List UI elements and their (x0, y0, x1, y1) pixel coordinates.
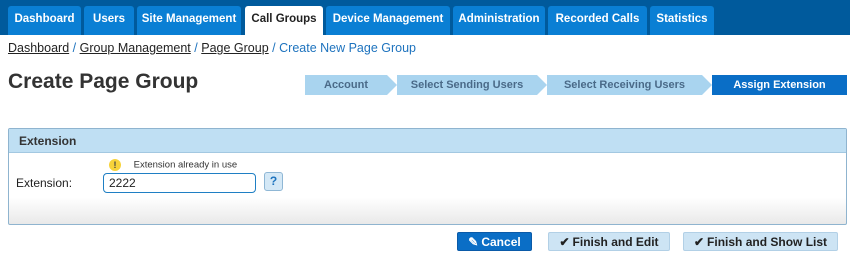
tab-administration[interactable]: Administration (453, 6, 545, 35)
breadcrumb-link-group-management[interactable]: Group Management (80, 41, 191, 55)
wizard-step-arrow (387, 75, 397, 95)
extension-label: Extension: (16, 176, 73, 190)
finish-and-show-list-button[interactable]: ✔ Finish and Show List (683, 232, 838, 251)
breadcrumb-link-dashboard[interactable]: Dashboard (8, 41, 69, 55)
warning-text: Extension already in use (133, 159, 238, 171)
breadcrumb: Dashboard / Group Management / Page Grou… (8, 41, 416, 55)
tab-recorded-calls[interactable]: Recorded Calls (548, 6, 647, 35)
checkmark-icon: ✔ (559, 235, 570, 249)
finish-and-edit-button[interactable]: ✔ Finish and Edit (548, 232, 670, 251)
cancel-icon: ✎ (468, 235, 479, 249)
warning-icon: ! (109, 159, 121, 171)
tab-site-management[interactable]: Site Management (137, 6, 241, 35)
wizard-steps: Account Select Sending Users Select Rece… (305, 75, 847, 95)
extension-warning: ! Extension already in use (109, 159, 237, 173)
wizard-step-select-sending-users: Select Sending Users (397, 75, 537, 95)
wizard-step-account: Account (305, 75, 387, 95)
cancel-button[interactable]: ✎ Cancel (457, 232, 532, 251)
checkmark-icon: ✔ (693, 235, 705, 249)
breadcrumb-separator: / (72, 41, 77, 55)
page-title: Create Page Group (8, 70, 199, 93)
top-navigation: Dashboard Users Site Management Call Gro… (0, 0, 850, 35)
extension-panel: Extension ! Extension already in use Ext… (8, 128, 847, 225)
breadcrumb-separator: / (194, 41, 198, 55)
finish-and-edit-label: Finish and Edit (572, 235, 659, 249)
tab-statistics[interactable]: Statistics (650, 6, 714, 35)
wizard-step-select-receiving-users: Select Receiving Users (547, 75, 702, 95)
wizard-step-arrow (537, 75, 547, 95)
extension-input[interactable] (103, 173, 256, 193)
panel-title: Extension (9, 129, 846, 153)
cancel-label: Cancel (481, 235, 521, 249)
tab-device-management[interactable]: Device Management (326, 6, 450, 35)
wizard-step-assign-extension: Assign Extension (712, 75, 847, 95)
tab-call-groups[interactable]: Call Groups (245, 6, 323, 35)
help-button[interactable]: ? (264, 172, 283, 191)
tab-users[interactable]: Users (84, 6, 134, 35)
breadcrumb-separator: / (272, 41, 276, 55)
finish-and-show-list-label: Finish and Show List (707, 235, 828, 249)
breadcrumb-link-page-group[interactable]: Page Group (201, 41, 268, 55)
wizard-step-arrow (702, 75, 712, 95)
breadcrumb-current: Create New Page Group (279, 41, 417, 55)
tab-dashboard[interactable]: Dashboard (8, 6, 81, 35)
